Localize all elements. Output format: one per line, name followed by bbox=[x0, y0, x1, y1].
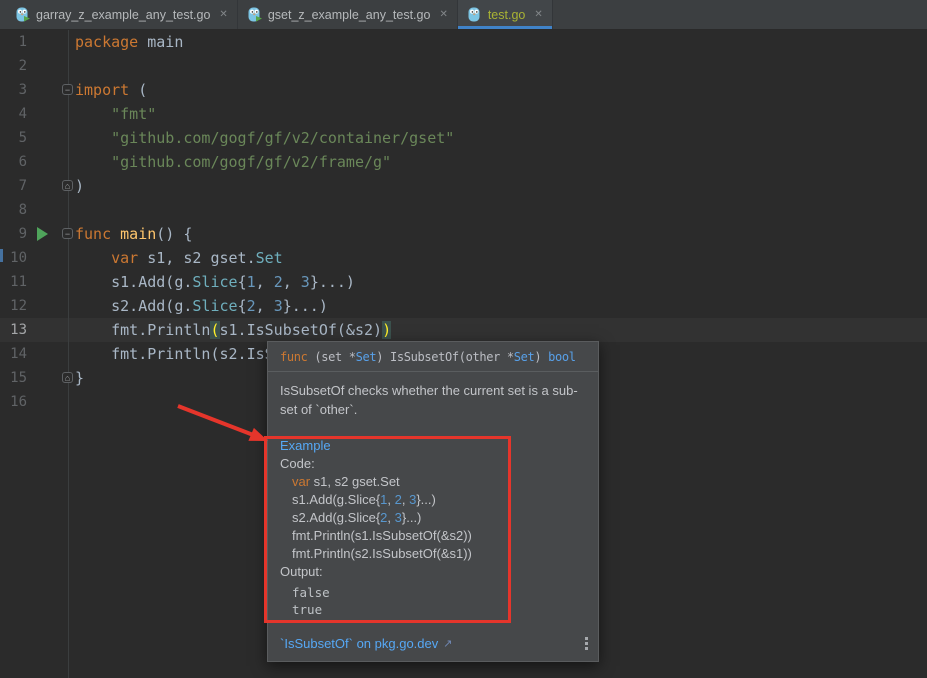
example-section: Example Code: var s1, s2 gset.Sets1.Add(… bbox=[280, 437, 586, 618]
code-line[interactable]: "fmt" bbox=[75, 102, 156, 126]
fold-marker-icon[interactable]: − bbox=[62, 228, 73, 239]
output-line: false bbox=[280, 584, 586, 601]
fold-marker-icon[interactable]: ⌂ bbox=[62, 372, 73, 383]
code-line[interactable]: fmt.Println(s1.IsSubsetOf(&s2)) bbox=[75, 318, 391, 342]
code-label: Code: bbox=[280, 455, 586, 473]
line-number[interactable]: 7 bbox=[0, 174, 27, 198]
popup-body: IsSubsetOf checks whether the current se… bbox=[268, 372, 598, 618]
line-number[interactable]: 1 bbox=[0, 30, 27, 54]
code-line[interactable]: s1.Add(g.Slice{1, 2, 3}...) bbox=[75, 270, 355, 294]
line-number[interactable]: 4 bbox=[0, 102, 27, 126]
fold-marker-icon[interactable]: ⌂ bbox=[62, 180, 73, 191]
pkg-go-dev-link[interactable]: `IsSubsetOf` on pkg.go.dev bbox=[280, 636, 438, 651]
close-icon[interactable]: ✕ bbox=[439, 9, 447, 20]
popup-output-block: falsetrue bbox=[280, 584, 586, 618]
go-test-file-icon bbox=[15, 7, 30, 22]
code-line[interactable]: import ( bbox=[75, 78, 147, 102]
code-line[interactable]: "github.com/gogf/gf/v2/container/gset" bbox=[75, 126, 454, 150]
example-code-line: fmt.Println(s1.IsSubsetOf(&s2)) bbox=[280, 527, 586, 545]
line-number[interactable]: 3 bbox=[0, 78, 27, 102]
tab-gset_z_example_any_test.go[interactable]: gset_z_example_any_test.go ✕ bbox=[238, 0, 458, 29]
close-icon[interactable]: ✕ bbox=[534, 9, 542, 20]
line-number[interactable]: 9 bbox=[0, 222, 27, 246]
fold-marker-icon[interactable]: − bbox=[62, 84, 73, 95]
gutter-separator bbox=[68, 30, 69, 678]
tab-test.go[interactable]: test.go ✕ bbox=[458, 0, 553, 29]
example-code-line: var s1, s2 gset.Set bbox=[280, 473, 586, 491]
example-code-line: s2.Add(g.Slice{2, 3}...) bbox=[280, 509, 586, 527]
run-icon[interactable] bbox=[37, 227, 48, 241]
popup-code-block: var s1, s2 gset.Sets1.Add(g.Slice{1, 2, … bbox=[280, 473, 586, 563]
line-number[interactable]: 8 bbox=[0, 198, 27, 222]
code-line[interactable]: ) bbox=[75, 174, 84, 198]
example-link[interactable]: Example bbox=[280, 438, 331, 453]
tab-label: garray_z_example_any_test.go bbox=[36, 8, 210, 22]
line-number[interactable]: 5 bbox=[0, 126, 27, 150]
line-number[interactable]: 10 bbox=[0, 246, 27, 270]
line-number[interactable]: 12 bbox=[0, 294, 27, 318]
tab-label: gset_z_example_any_test.go bbox=[268, 8, 431, 22]
code-line[interactable]: var s1, s2 gset.Set bbox=[75, 246, 283, 270]
code-line[interactable]: package main bbox=[75, 30, 183, 54]
line-number[interactable]: 14 bbox=[0, 342, 27, 366]
code-line[interactable]: } bbox=[75, 366, 84, 390]
external-link-icon: ↗ bbox=[443, 637, 452, 650]
popup-description: IsSubsetOf checks whether the current se… bbox=[280, 381, 586, 419]
example-code-line: fmt.Println(s2.IsSubsetOf(&s1)) bbox=[280, 545, 586, 563]
code-line[interactable]: s2.Add(g.Slice{2, 3}...) bbox=[75, 294, 328, 318]
popup-signature: func (set *Set) IsSubsetOf(other *Set) b… bbox=[268, 342, 598, 372]
example-code-line: s1.Add(g.Slice{1, 2, 3}...) bbox=[280, 491, 586, 509]
code-line[interactable]: "github.com/gogf/gf/v2/frame/g" bbox=[75, 150, 391, 174]
code-line[interactable]: func main() { bbox=[75, 222, 192, 246]
close-icon[interactable]: ✕ bbox=[219, 9, 227, 20]
line-number[interactable]: 11 bbox=[0, 270, 27, 294]
ide-window: garray_z_example_any_test.go ✕ gset_z_exa… bbox=[0, 0, 927, 678]
tab-label: test.go bbox=[488, 8, 526, 22]
output-line: true bbox=[280, 601, 586, 618]
go-test-file-icon bbox=[247, 7, 262, 22]
editor-tab-bar: garray_z_example_any_test.go ✕ gset_z_exa… bbox=[0, 0, 927, 30]
documentation-popup: func (set *Set) IsSubsetOf(other *Set) b… bbox=[267, 341, 599, 662]
output-label: Output: bbox=[280, 563, 586, 581]
line-number[interactable]: 16 bbox=[0, 390, 27, 414]
popup-footer: `IsSubsetOf` on pkg.go.dev ↗ bbox=[280, 636, 588, 651]
go-file-icon bbox=[467, 7, 482, 22]
kebab-menu-icon[interactable] bbox=[585, 637, 588, 650]
line-number[interactable]: 13 bbox=[0, 318, 27, 342]
line-number[interactable]: 6 bbox=[0, 150, 27, 174]
line-number[interactable]: 15 bbox=[0, 366, 27, 390]
line-number[interactable]: 2 bbox=[0, 54, 27, 78]
tab-garray_z_example_any_test.go[interactable]: garray_z_example_any_test.go ✕ bbox=[6, 0, 238, 29]
vcs-change-marker bbox=[0, 249, 3, 262]
